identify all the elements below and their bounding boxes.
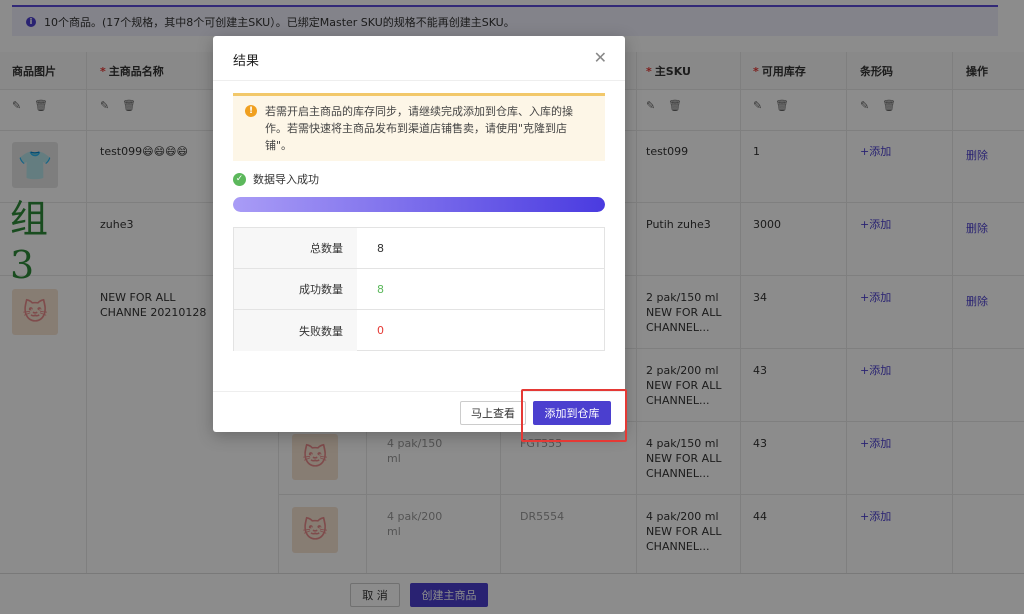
import-progress-bar — [233, 197, 605, 212]
stat-value-failed: 0 — [377, 324, 384, 337]
warning-icon: ! — [245, 105, 257, 117]
stats-table: 总数量 8 成功数量 8 失败数量 0 — [233, 227, 605, 351]
warning-alert: ! 若需开启主商品的库存同步，请继续完成添加到仓库、入库的操作。若需快速将主商品… — [233, 93, 605, 161]
stat-label-total: 总数量 — [234, 228, 357, 268]
check-circle-icon: ✓ — [233, 172, 246, 186]
stat-value-success: 8 — [377, 282, 384, 296]
progress-fill — [233, 197, 605, 212]
stat-row-failed: 失败数量 0 — [234, 310, 604, 351]
result-modal: 结果 ✕ ! 若需开启主商品的库存同步，请继续完成添加到仓库、入库的操作。若需快… — [213, 36, 625, 432]
modal-title: 结果 — [233, 54, 260, 69]
stat-value-total: 8 — [377, 241, 384, 255]
modal-header-divider — [213, 80, 625, 81]
success-text: 数据导入成功 — [253, 173, 319, 186]
highlight-box — [521, 389, 627, 442]
stat-label-success: 成功数量 — [234, 269, 357, 309]
success-message: ✓ 数据导入成功 — [233, 171, 319, 187]
view-now-button[interactable]: 马上查看 — [460, 401, 526, 425]
close-icon[interactable]: ✕ — [594, 48, 607, 67]
stat-row-success: 成功数量 8 — [234, 269, 604, 310]
warning-text: 若需开启主商品的库存同步，请继续完成添加到仓库、入库的操作。若需快速将主商品发布… — [265, 105, 573, 152]
stat-row-total: 总数量 8 — [234, 228, 604, 269]
stat-label-failed: 失败数量 — [234, 310, 357, 351]
